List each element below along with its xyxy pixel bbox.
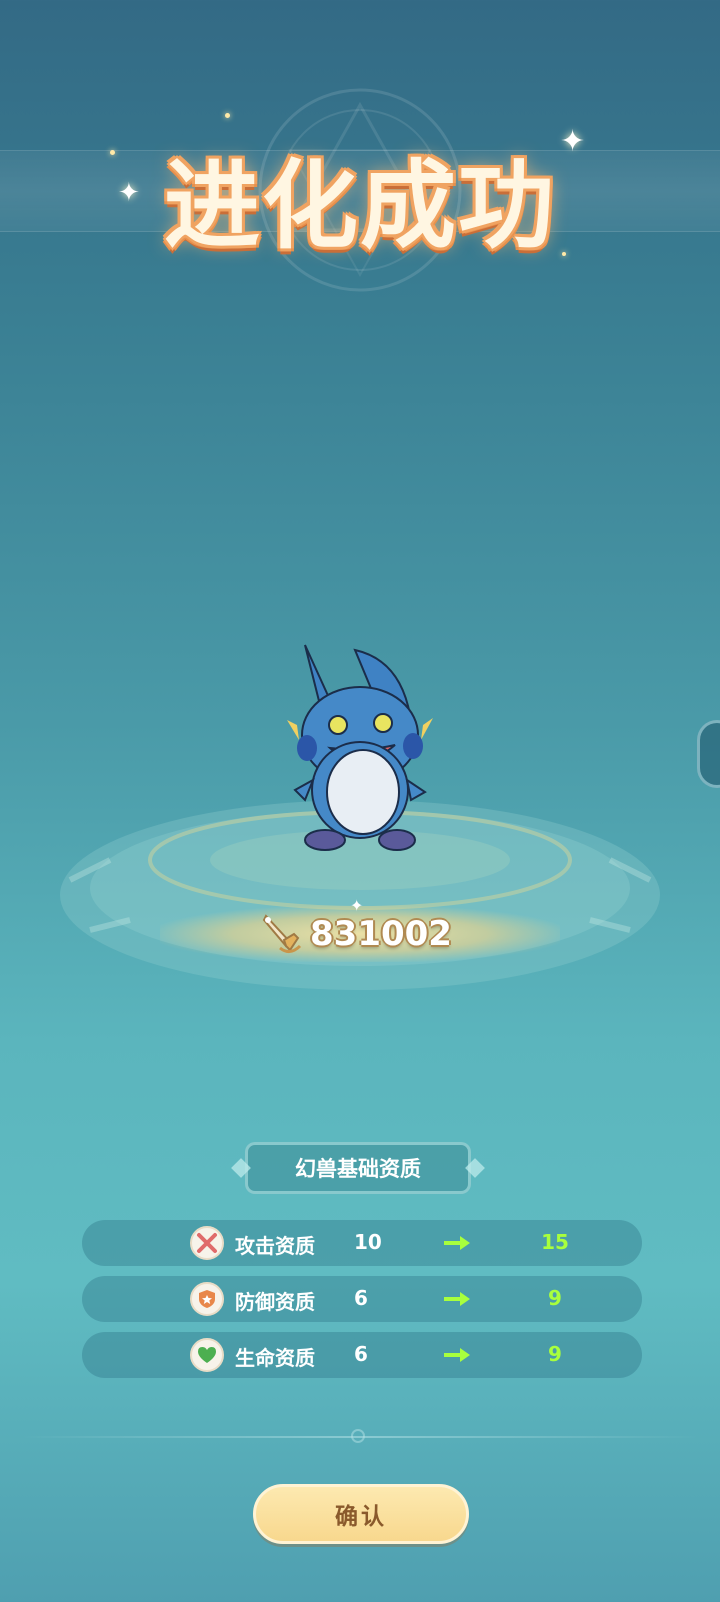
side-drawer-handle[interactable] — [697, 720, 720, 788]
defense-icon — [190, 1282, 224, 1316]
arrow-right-icon — [444, 1236, 470, 1250]
stat-old-attack: 10 — [354, 1230, 382, 1254]
sparkle-dot — [110, 150, 115, 155]
sword-icon — [262, 914, 302, 953]
sparkle-dot — [225, 113, 230, 118]
arrow-right-icon — [444, 1348, 470, 1362]
stat-label-health: 生命资质 — [235, 1346, 315, 1370]
creature-illustration — [287, 644, 433, 851]
combat-power: 831002 — [260, 910, 452, 958]
health-icon — [190, 1338, 224, 1372]
sparkle-icon: ✦ — [560, 124, 586, 159]
stat-old-defense: 6 — [354, 1286, 368, 1310]
stat-new-defense: 9 — [548, 1286, 562, 1310]
stat-new-attack: 15 — [541, 1230, 569, 1254]
divider-ornament — [351, 1429, 365, 1443]
confirm-button[interactable]: 确认 — [253, 1484, 469, 1544]
stat-old-health: 6 — [354, 1342, 368, 1366]
sparkle-icon: ✦ — [118, 178, 140, 208]
stat-label-defense: 防御资质 — [235, 1290, 315, 1314]
attack-icon — [190, 1226, 224, 1260]
section-title-base-aptitude: 幻兽基础资质 — [245, 1142, 471, 1194]
stat-label-attack: 攻击资质 — [235, 1234, 315, 1258]
sparkle-dot — [562, 252, 566, 256]
stat-new-health: 9 — [548, 1342, 562, 1366]
combat-power-value: 831002 — [310, 914, 452, 954]
evolution-success-title: 进化成功 — [164, 150, 556, 262]
arrow-right-icon — [444, 1292, 470, 1306]
